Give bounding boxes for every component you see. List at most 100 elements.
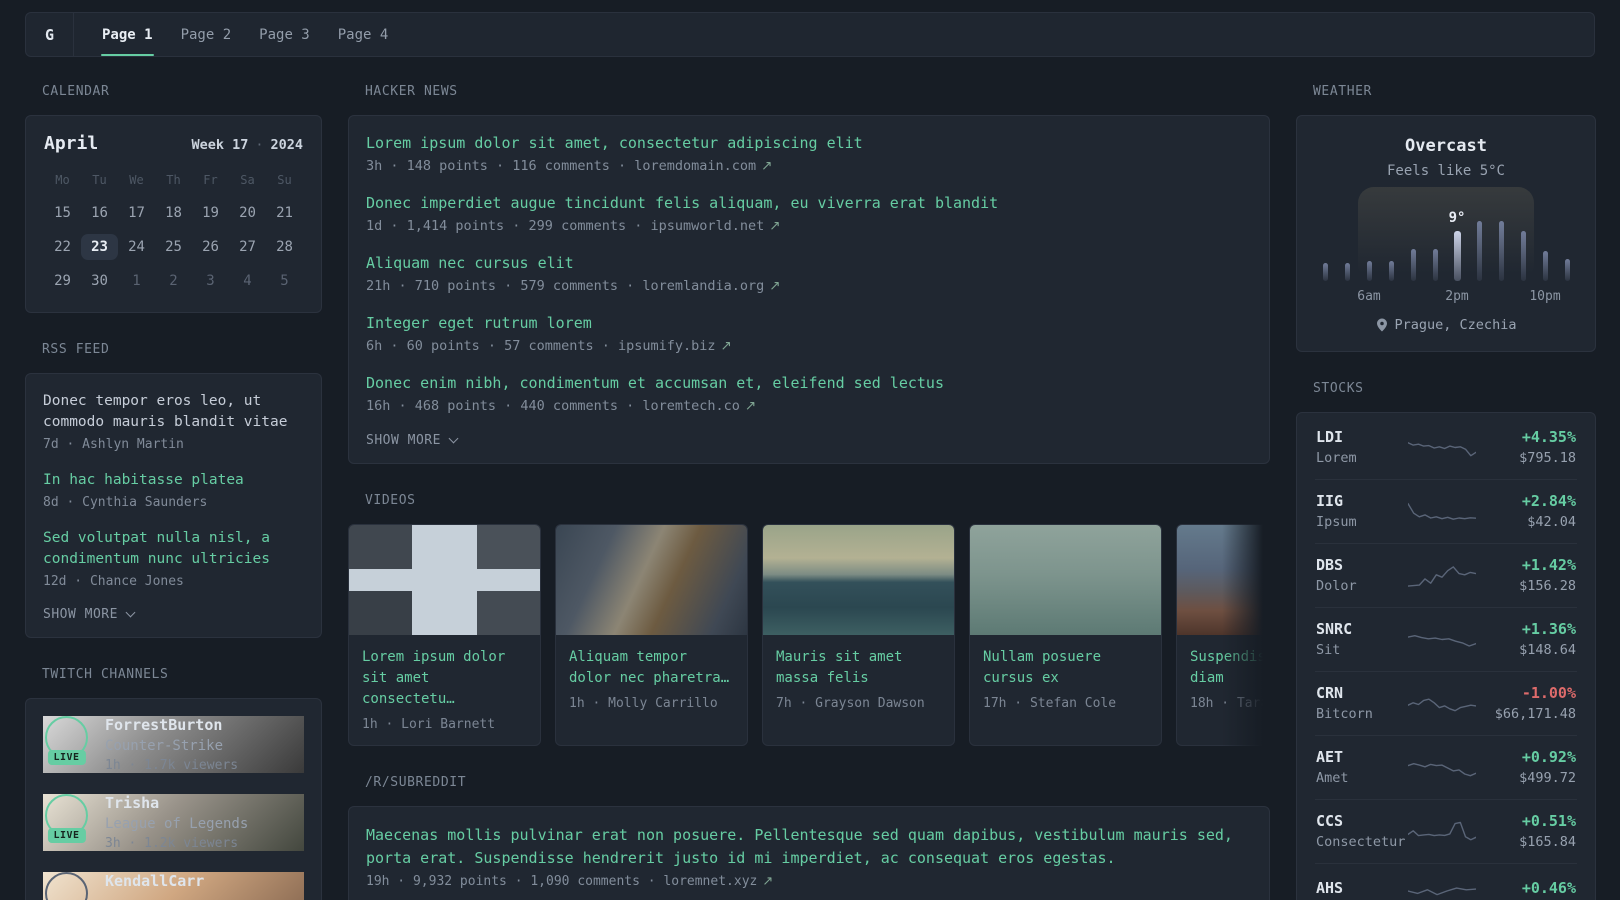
video-card[interactable]: Mauris sit amet massa felis 7h · Grayson…: [762, 524, 955, 746]
calendar-day: 24: [128, 239, 145, 255]
subreddit-card: Maecenas mollis pulvinar erat non posuer…: [348, 806, 1270, 900]
weekday-label: Mo: [55, 173, 70, 187]
weekday-label: Su: [277, 173, 292, 187]
video-meta: 17h · Stefan Cole: [983, 696, 1117, 711]
hn-story-title[interactable]: Donec enim nibh, condimentum et accumsan…: [366, 373, 1252, 394]
hn-story-title[interactable]: Aliquam nec cursus elit: [366, 253, 1252, 274]
nav-tab[interactable]: Page 1: [88, 13, 167, 56]
hn-story-domain-link[interactable]: ipsumify.biz ↗: [618, 338, 732, 354]
app-logo[interactable]: G: [26, 13, 74, 56]
stock-row[interactable]: AET Amet +0.92% $499.72: [1297, 735, 1595, 799]
hn-story: Aliquam nec cursus elit 21h · 710 points…: [366, 253, 1252, 294]
hn-story-domain-link[interactable]: loremlandia.org ↗: [642, 278, 780, 294]
stock-row[interactable]: CRN Bitcorn -1.00% $66,171.48: [1297, 671, 1595, 735]
weather-hourly-chart: 6am 9° 2pm 10pm: [1314, 187, 1578, 304]
video-meta: 7h · Grayson Dawson: [776, 696, 925, 711]
channel-game: League of Legends: [105, 816, 249, 832]
nav-tab[interactable]: Page 4: [324, 13, 403, 56]
stock-ticker: CRN: [1316, 684, 1344, 702]
stock-row[interactable]: LDI Lorem +4.35% $795.18: [1297, 415, 1595, 479]
stock-name: Consectetur: [1316, 834, 1406, 850]
external-link-icon: ↗: [769, 218, 781, 234]
hn-story: Donec imperdiet augue tincidunt felis al…: [366, 193, 1252, 234]
stock-row[interactable]: IIG Ipsum +2.84% $42.04: [1297, 479, 1595, 543]
stock-sparkline: [1408, 876, 1477, 900]
calendar-day: 5: [280, 273, 289, 289]
calendar-weekday-row: Mo Tu We Th Fr Sa Su: [44, 173, 303, 187]
weather-feels-like: Feels like 5°C: [1386, 163, 1505, 179]
rss-show-more-button[interactable]: SHOW MORE: [43, 607, 304, 622]
calendar-card: April Week 17 · 2024 Mo Tu We Th Fr Sa Su 15 16 17…: [25, 115, 322, 313]
calendar-day: 27: [239, 239, 256, 255]
stock-row[interactable]: CCS Consectetur +0.51% $165.84: [1297, 799, 1595, 863]
video-card[interactable]: Nullam posuere cursus ex 17h · Stefan Co…: [969, 524, 1162, 746]
stock-row[interactable]: AHS +0.46%: [1297, 863, 1595, 900]
reddit-post-title[interactable]: Maecenas mollis pulvinar erat non posuer…: [366, 824, 1252, 870]
nav-tab[interactable]: Page 2: [167, 13, 246, 56]
video-card[interactable]: Aliquam tempor dolor nec pharetra… 1h · …: [555, 524, 748, 746]
weekday-label: Fr: [203, 173, 218, 187]
rss-item-title[interactable]: In hac habitasse platea: [43, 470, 304, 491]
hn-story-title[interactable]: Lorem ipsum dolor sit amet, consectetur …: [366, 133, 1252, 154]
weekday-label: We: [129, 173, 144, 187]
hn-story-meta: 21h · 710 points · 579 comments · loreml…: [366, 278, 781, 294]
twitch-channel-row[interactable]: LIVE Trisha League of Legends 3h · 1.2k …: [43, 794, 304, 851]
nav-tab-label: Page 3: [259, 26, 310, 43]
reddit-post: Maecenas mollis pulvinar erat non posuer…: [366, 824, 1252, 889]
weather-hour-column: 6am: [1357, 197, 1381, 304]
video-title: Lorem ipsum dolor sit amet consectetu…: [362, 649, 506, 707]
rss-item-meta: 8d · Cynthia Saunders: [43, 495, 208, 510]
video-card[interactable]: Lorem ipsum dolor sit amet consectetu… 1…: [348, 524, 541, 746]
video-thumbnail: [556, 525, 747, 635]
calendar-day: 30: [91, 273, 108, 289]
calendar-week-year: Week 17 · 2024: [191, 137, 303, 153]
weather-hour-column: [1380, 197, 1402, 281]
hn-story-title[interactable]: Donec imperdiet augue tincidunt felis al…: [366, 193, 1252, 214]
channel-game: Counter-Strike: [105, 738, 224, 754]
stock-row[interactable]: DBS Dolor +1.42% $156.28: [1297, 543, 1595, 607]
nav-tab[interactable]: Page 3: [245, 13, 324, 56]
live-badge: LIVE: [47, 750, 86, 765]
weather-temp-bar: [1542, 251, 1548, 281]
hn-story-domain-link[interactable]: ipsumworld.net ↗: [650, 218, 780, 234]
stock-sparkline: [1408, 497, 1477, 525]
calendar-day: 20: [239, 205, 256, 221]
stock-sparkline: [1408, 817, 1477, 845]
hn-story-meta: 1d · 1,414 points · 299 comments · ipsum…: [366, 218, 781, 234]
stock-name: Dolor: [1316, 578, 1357, 594]
calendar-day: 17: [128, 205, 145, 221]
weather-hour-column: 10pm: [1529, 197, 1561, 304]
hn-show-more-button[interactable]: SHOW MORE: [366, 433, 1252, 448]
twitch-channel-row[interactable]: LIVE ForrestBurton Counter-Strike 1h · 1…: [43, 716, 304, 773]
stock-price: $66,171.48: [1494, 706, 1576, 722]
rss-card: Donec tempor eros leo, ut commodo mauris…: [25, 373, 322, 638]
stock-ticker: IIG: [1316, 492, 1344, 510]
stock-sparkline: [1408, 689, 1477, 717]
calendar-day: 2: [169, 273, 178, 289]
stock-row[interactable]: SNRC Sit +1.36% $148.64: [1297, 607, 1595, 671]
hn-story-domain-link[interactable]: loremdomain.com ↗: [634, 158, 772, 174]
calendar-day: 1: [132, 273, 141, 289]
hn-story-meta: 6h · 60 points · 57 comments · ipsumify.…: [366, 338, 732, 354]
stock-ticker: LDI: [1316, 428, 1344, 446]
rss-item-title[interactable]: Donec tempor eros leo, ut commodo mauris…: [43, 391, 304, 433]
weather-condition: Overcast: [1405, 136, 1487, 156]
weather-temp-bar: [1344, 263, 1350, 281]
hacker-news-card: Lorem ipsum dolor sit amet, consectetur …: [348, 115, 1270, 464]
weather-hour-column: [1512, 197, 1534, 281]
video-title: Aliquam tempor dolor nec pharetra…: [569, 649, 730, 686]
hn-story-title[interactable]: Integer eget rutrum lorem: [366, 313, 1252, 334]
weather-temp-bar: [1388, 261, 1394, 281]
weather-temp-bar: 9°: [1449, 210, 1465, 281]
reddit-post-domain-link[interactable]: loremnet.xyz ↗: [663, 874, 773, 889]
stock-ticker: DBS: [1316, 556, 1344, 574]
reddit-post-meta: 19h · 9,932 points · 1,090 comments · lo…: [366, 874, 774, 889]
calendar-day: 21: [276, 205, 293, 221]
stock-price: $795.18: [1519, 450, 1576, 466]
hn-story-domain-link[interactable]: loremtech.co ↗: [642, 398, 756, 414]
twitch-channel-row[interactable]: LIVE KendallCarr: [43, 872, 304, 900]
stock-name: Sit: [1316, 642, 1341, 658]
rss-item-title[interactable]: Sed volutpat nulla nisl, a condimentum n…: [43, 528, 304, 570]
video-thumbnail: [970, 525, 1161, 635]
weather-hour-column: [1490, 197, 1512, 281]
